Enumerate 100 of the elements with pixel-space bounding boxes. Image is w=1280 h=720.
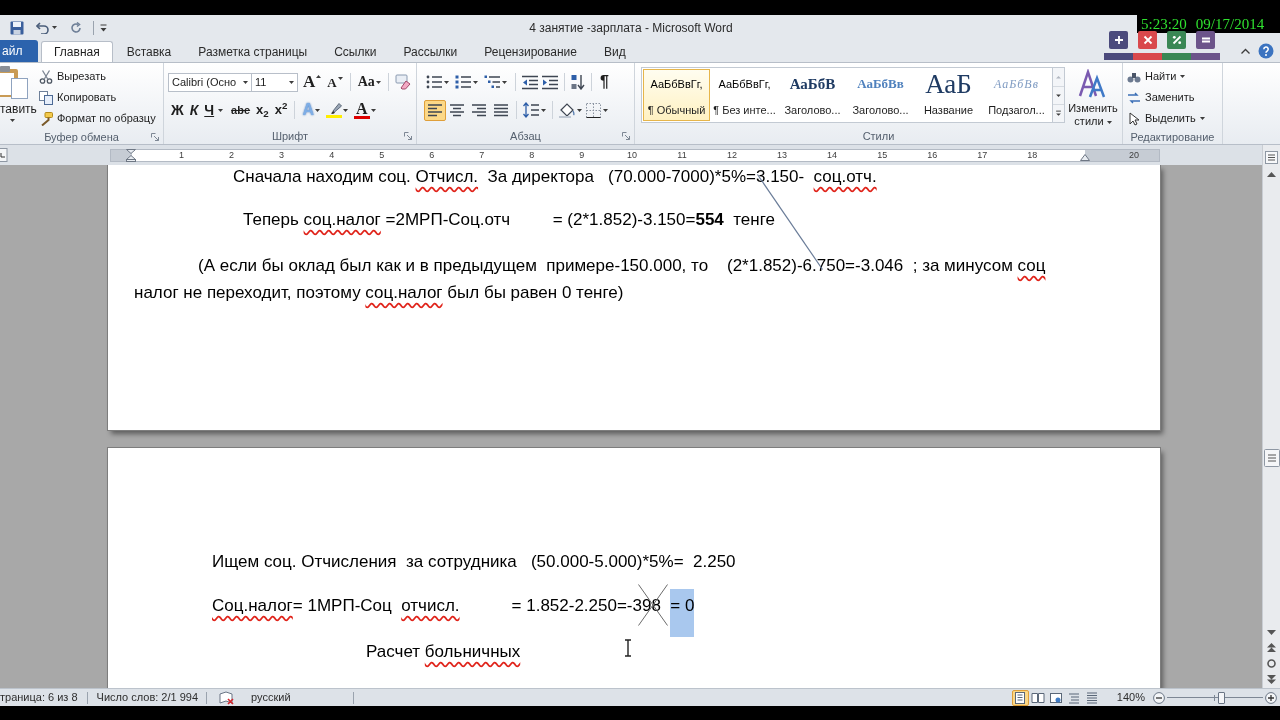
ribbon-tab[interactable]: Разметка страницы — [185, 41, 321, 62]
strikethrough-button[interactable]: abe — [228, 100, 254, 120]
document-paragraph: Расчет больничных — [366, 641, 521, 663]
group-label: Абзац — [510, 129, 541, 143]
save-icon[interactable] — [10, 20, 24, 35]
change-case-button[interactable]: Aa — [354, 72, 384, 92]
clock-time: 5:23:20 — [1141, 16, 1187, 32]
subscript-button[interactable]: x$_{2}$ — [253, 100, 272, 120]
ribbon-tab[interactable]: Вставка — [113, 41, 185, 62]
percent-button[interactable] — [1167, 31, 1186, 49]
align-center-icon — [449, 103, 465, 117]
plus-button[interactable] — [1109, 31, 1128, 49]
superscript-button[interactable]: x$^{2}$ — [271, 100, 291, 120]
file-tab[interactable]: айл — [0, 40, 38, 62]
tab-selector-icon[interactable] — [0, 148, 8, 162]
document-paragraph: (А если бы оклад был как и в предыдущем примере-150.000, то (2*1.852)-6.750=-3.046 ; за минусом соц налог не переходит, поэтому соц.налог был бы равен 0 тенге) — [134, 255, 1046, 304]
font-color-button[interactable]: A — [351, 100, 379, 120]
draft-view-icon — [1085, 690, 1100, 705]
zoom-out-icon[interactable] — [1153, 691, 1165, 704]
browse-object-icon[interactable] — [1267, 659, 1276, 668]
decrease-indent-icon[interactable] — [522, 74, 538, 90]
style-item[interactable]: АаБбВвГг, ¶ Без инте... — [711, 69, 778, 121]
editing-command[interactable]: Найти — [1127, 66, 1222, 87]
style-item[interactable]: АаБбВвГг, ¶ Обычный — [643, 69, 710, 121]
undo-button[interactable] — [36, 21, 57, 34]
style-item[interactable]: АаБбВв Подзагол... — [983, 69, 1050, 121]
underline-button[interactable]: Ч — [201, 100, 227, 120]
styles-icon — [1078, 69, 1108, 99]
ruler-number: 5 — [378, 149, 386, 161]
font-name-field[interactable]: Calibri (Осно — [168, 72, 252, 92]
zoom-slider[interactable] — [1167, 691, 1263, 704]
align-right-icon — [471, 103, 487, 117]
clock-date: 09/17/2014 — [1195, 16, 1265, 32]
page-count-text[interactable]: траница: 6 из 8 — [0, 689, 78, 706]
caret-icon — [444, 80, 449, 84]
ruler-number: 13 — [776, 149, 789, 161]
caret-icon — [10, 119, 15, 122]
zoom-level-text[interactable]: 140% — [1116, 689, 1145, 706]
next-page-icon[interactable] — [1267, 675, 1276, 684]
caret-icon — [502, 80, 507, 84]
ruler-number: 7 — [478, 149, 486, 161]
view-button[interactable] — [1011, 689, 1029, 706]
right-indent-marker-icon[interactable] — [1080, 153, 1090, 161]
ribbon-tab[interactable]: Ссылки — [321, 41, 390, 62]
show-formatting-marks-button[interactable]: ¶ — [596, 72, 613, 92]
style-item[interactable]: АаБбВв Заголово... — [847, 69, 914, 121]
clipboard-command[interactable]: Вырезать — [39, 66, 156, 87]
scroll-down-icon[interactable] — [1267, 630, 1276, 635]
grow-font-button[interactable]: A — [300, 72, 325, 92]
help-icon[interactable] — [1258, 43, 1274, 59]
dialog-launcher-icon[interactable] — [404, 132, 412, 140]
change-styles-button[interactable]: Изменить стили — [1065, 67, 1121, 128]
percent-icon — [1171, 35, 1182, 45]
language-text[interactable]: русский — [251, 689, 291, 706]
proofing-icon[interactable] — [219, 690, 236, 705]
previous-page-icon[interactable] — [1267, 643, 1276, 652]
increase-indent-icon[interactable] — [542, 74, 558, 90]
ruler-toggle-icon[interactable] — [1265, 151, 1278, 164]
ribbon-tab[interactable]: Вид — [590, 41, 639, 62]
scroll-thumb[interactable] — [1263, 449, 1280, 467]
ribbon-tab[interactable]: Главная — [41, 41, 113, 62]
clipboard-command[interactable]: Формат по образцу — [39, 108, 156, 129]
dialog-launcher-icon[interactable] — [151, 133, 159, 141]
ribbon-tab[interactable]: Рецензирование — [471, 41, 590, 62]
equals-button[interactable] — [1196, 31, 1215, 49]
style-item[interactable]: АаБ Название — [915, 69, 982, 121]
line-spacing-button[interactable] — [521, 100, 548, 120]
ruler-number: 8 — [528, 149, 536, 161]
sort-icon[interactable] — [571, 74, 585, 90]
ribbon-tab[interactable]: Рассылки — [390, 41, 471, 62]
style-item[interactable]: АаБбВ Заголово... — [779, 69, 846, 121]
word-count-text[interactable]: Число слов: 2/1 994 — [96, 689, 199, 706]
alignment-button[interactable] — [424, 99, 446, 121]
paint-bucket-icon — [559, 102, 575, 118]
editing-command[interactable]: Заменить — [1127, 87, 1222, 108]
borders-button[interactable] — [584, 100, 610, 120]
borders-icon — [586, 102, 601, 118]
bold-button[interactable]: Ж — [168, 100, 187, 120]
caret-icon — [1106, 120, 1112, 124]
caret-icon — [541, 108, 546, 112]
indent-marker-icon[interactable] — [126, 148, 136, 162]
customize-toolbar-icon[interactable] — [100, 23, 107, 32]
scroll-up-icon[interactable] — [1267, 172, 1276, 177]
scissors-icon — [39, 69, 53, 84]
document-paragraph: Ищем соц. Отчисления за сотрудника (50.000-5.000)*5%= 2.250 — [212, 551, 736, 573]
italic-button[interactable]: К — [186, 100, 202, 120]
collapse-ribbon-icon[interactable] — [1241, 48, 1250, 54]
redo-icon[interactable] — [70, 21, 82, 34]
clear-formatting-icon[interactable] — [394, 74, 411, 90]
dialog-launcher-icon[interactable] — [622, 132, 630, 140]
highlight-button[interactable] — [323, 100, 351, 120]
zoom-in-icon[interactable] — [1265, 691, 1277, 704]
shrink-font-button[interactable]: A — [324, 72, 346, 92]
equals-icon — [1200, 35, 1211, 45]
clipboard-command[interactable]: Копировать — [39, 87, 156, 108]
zoom-slider-thumb[interactable] — [1217, 691, 1225, 704]
font-size-field[interactable]: 11 — [252, 72, 298, 92]
editing-command[interactable]: Выделить — [1127, 108, 1222, 129]
close-button[interactable] — [1138, 31, 1157, 49]
copy-icon — [39, 90, 53, 105]
